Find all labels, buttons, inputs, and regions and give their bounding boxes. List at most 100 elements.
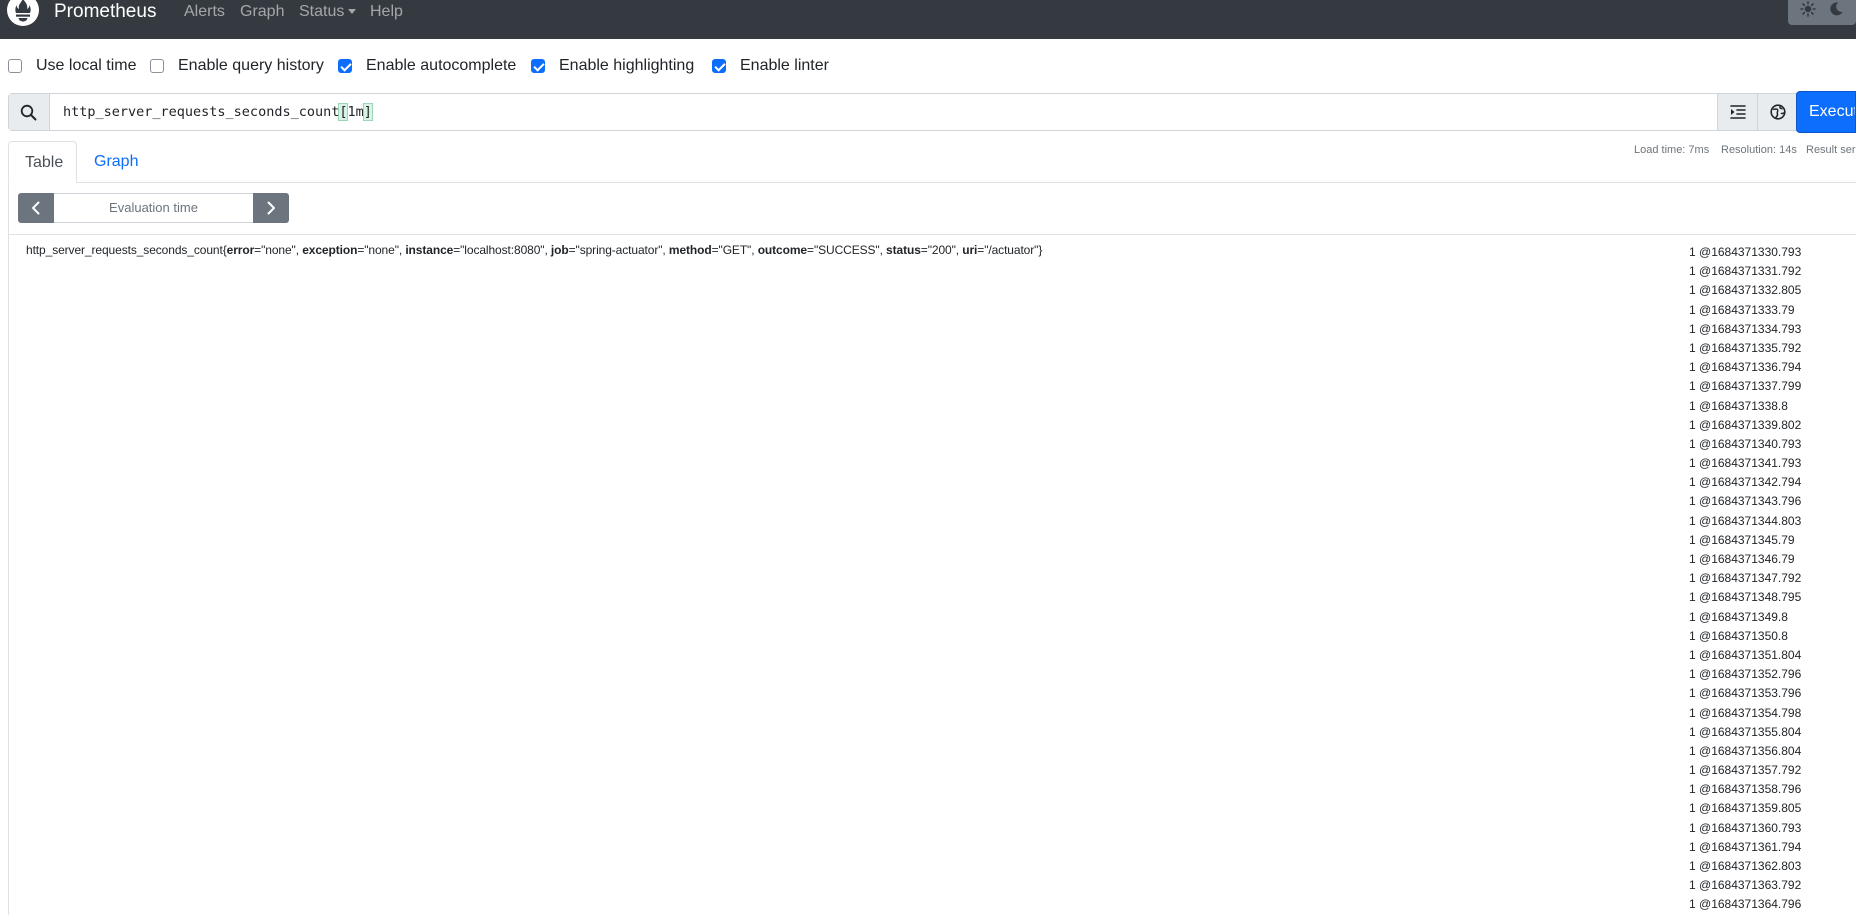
search-icon — [20, 104, 37, 121]
sample-value: 1 @1684371347.792 — [1689, 571, 1802, 586]
caret-down-icon — [348, 9, 357, 15]
evaluation-time-input[interactable]: Evaluation time — [54, 193, 253, 223]
label-value: "none" — [364, 243, 399, 257]
sample-value: 1 @1684371330.793 — [1689, 245, 1802, 259]
execute-button[interactable]: Execut — [1796, 91, 1856, 133]
local-time-checkbox[interactable] — [8, 59, 22, 73]
label-key: job — [550, 243, 569, 257]
eval-time-prev-button[interactable] — [18, 193, 54, 223]
table-panel — [8, 183, 1856, 915]
result-series-stat: Result ser — [1806, 144, 1856, 156]
series-label-pair: exception="none", — [302, 243, 406, 257]
sample-value: 1 @1684371363.792 — [1689, 878, 1802, 893]
sample-value: 1 @1684371341.793 — [1689, 456, 1802, 471]
query-metric: http_server_requests_seconds_count — [63, 104, 340, 120]
series-label-pair: instance="localhost:8080", — [405, 243, 551, 257]
label-key: outcome — [757, 243, 808, 257]
sample-value: 1 @1684371353.796 — [1689, 686, 1802, 701]
nav-status-label: Status — [299, 3, 345, 20]
globe-icon — [1770, 104, 1786, 120]
sample-value: 1 @1684371359.805 — [1689, 801, 1802, 816]
series-label-pair: job="spring-actuator", — [550, 243, 669, 257]
sample-value: 1 @1684371348.795 — [1689, 590, 1802, 605]
query-expression-input[interactable]: http_server_requests_seconds_count[1m] — [63, 103, 373, 121]
sample-value: 1 @1684371331.792 — [1689, 264, 1802, 279]
label-value: "none" — [261, 243, 296, 257]
series-metric-name: http_server_requests_seconds_count — [26, 243, 223, 257]
label-key: method — [668, 243, 712, 257]
eval-time-next-button[interactable] — [253, 193, 289, 223]
query-bar: http_server_requests_seconds_count[1m] — [8, 93, 1856, 131]
option-query-history[interactable]: Enable query history — [150, 55, 324, 77]
linter-label: Enable linter — [740, 57, 829, 74]
sample-value: 1 @1684371342.794 — [1689, 475, 1802, 490]
sample-value: 1 @1684371340.793 — [1689, 436, 1802, 451]
label-key: uri — [962, 243, 978, 257]
sample-value: 1 @1684371345.79 — [1689, 532, 1795, 547]
series-label-pair: uri="/actuator" — [962, 243, 1039, 257]
sample-value: 1 @1684371351.804 — [1689, 647, 1802, 662]
option-use-local-time[interactable]: Use local time — [8, 55, 136, 77]
format-expression-button[interactable] — [1717, 94, 1758, 130]
sample-value: 1 @1684371358.796 — [1689, 782, 1802, 797]
prometheus-logo-icon[interactable] — [6, 0, 40, 27]
moon-icon[interactable] — [1828, 1, 1844, 17]
sample-value: 1 @1684371352.796 — [1689, 667, 1802, 682]
series-label-pair: status="200", — [886, 243, 963, 257]
sample-value: 1 @1684371336.794 — [1689, 360, 1802, 375]
label-value: "spring-actuator" — [575, 243, 663, 257]
series-label-pair: outcome="SUCCESS", — [757, 243, 887, 257]
label-value: "/actuator" — [984, 243, 1039, 257]
query-close-bracket: ] — [362, 103, 373, 121]
nav-help[interactable]: Help — [370, 0, 403, 24]
nav-alerts[interactable]: Alerts — [184, 0, 225, 24]
option-linter[interactable]: Enable linter — [712, 55, 829, 77]
label-key: error — [226, 243, 255, 257]
search-addon — [9, 94, 50, 130]
sample-values-list: 1 @1684371330.793 1 @1684371331.792 1 @168… — [1689, 243, 1849, 915]
top-navbar: Prometheus Alerts Graph Status Help — [0, 0, 1856, 39]
sun-icon[interactable] — [1800, 1, 1816, 17]
highlighting-label: Enable highlighting — [559, 57, 695, 74]
query-history-checkbox[interactable] — [150, 59, 164, 73]
label-key: status — [886, 243, 921, 257]
sample-value: 1 @1684371333.79 — [1689, 302, 1795, 317]
tab-graph[interactable]: Graph — [78, 141, 154, 183]
label-key: exception — [302, 243, 358, 257]
sample-value: 1 @1684371360.793 — [1689, 820, 1802, 835]
sample-value: 1 @1684371350.8 — [1689, 628, 1788, 643]
highlighting-checkbox[interactable] — [531, 59, 545, 73]
label-value: "localhost:8080" — [460, 243, 545, 257]
resolution-stat: Resolution: 14s — [1721, 144, 1797, 156]
series-label: http_server_requests_seconds_count{error… — [26, 243, 1043, 257]
sample-value: 1 @1684371361.794 — [1689, 839, 1802, 854]
sample-value: 1 @1684371344.803 — [1689, 513, 1802, 528]
sample-value: 1 @1684371339.802 — [1689, 417, 1802, 432]
chevron-left-icon — [32, 201, 40, 215]
result-divider — [9, 234, 1856, 235]
query-history-label: Enable query history — [178, 57, 324, 74]
sample-value: 1 @1684371357.792 — [1689, 763, 1802, 778]
autocomplete-label: Enable autocomplete — [366, 57, 517, 74]
option-highlighting[interactable]: Enable highlighting — [531, 55, 694, 77]
sample-value: 1 @1684371354.798 — [1689, 705, 1802, 720]
label-value: "200" — [927, 243, 956, 257]
label-key: instance — [405, 243, 454, 257]
nav-status-dropdown[interactable]: Status — [299, 0, 357, 24]
sample-value: 1 @1684371334.793 — [1689, 321, 1802, 336]
sample-value: 1 @1684371349.8 — [1689, 609, 1788, 624]
brand-title[interactable]: Prometheus — [54, 0, 156, 24]
sample-value: 1 @1684371346.79 — [1689, 552, 1795, 566]
linter-checkbox[interactable] — [712, 59, 726, 73]
sample-value: 1 @1684371356.804 — [1689, 743, 1802, 758]
sample-value: 1 @1684371355.804 — [1689, 724, 1802, 739]
option-autocomplete[interactable]: Enable autocomplete — [338, 55, 516, 77]
sample-value: 1 @1684371343.796 — [1689, 494, 1802, 509]
tab-table[interactable]: Table — [8, 141, 77, 183]
metrics-explorer-button[interactable] — [1757, 94, 1798, 130]
series-label-pair: error="none", — [226, 243, 303, 257]
chevron-right-icon — [267, 201, 275, 215]
autocomplete-checkbox[interactable] — [338, 59, 352, 73]
nav-graph[interactable]: Graph — [240, 0, 284, 24]
sample-value: 1 @1684371335.792 — [1689, 340, 1802, 355]
